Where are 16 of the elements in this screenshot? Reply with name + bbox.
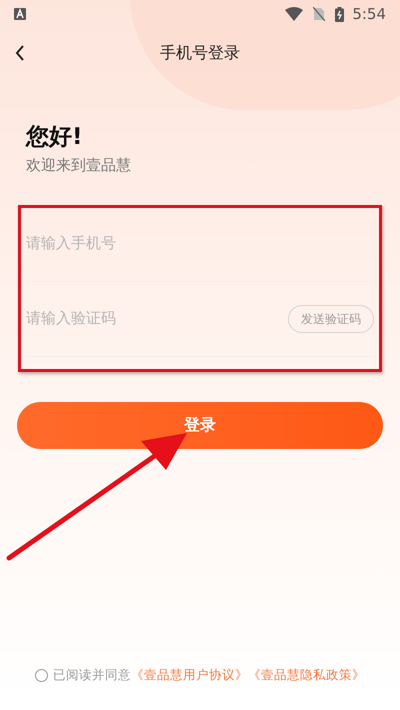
battery-icon bbox=[335, 6, 344, 22]
page-title: 手机号登录 bbox=[160, 42, 240, 64]
wifi-icon bbox=[285, 7, 304, 21]
notification-icon bbox=[14, 8, 26, 20]
greeting-subtitle: 欢迎来到壹品慧 bbox=[26, 155, 131, 176]
policy-link[interactable]: 《壹品慧隐私政策》 bbox=[248, 666, 365, 685]
status-time: 5:54 bbox=[352, 4, 386, 25]
agreement-text: 已阅读并同意 bbox=[53, 666, 131, 684]
phone-field[interactable]: 请输入手机号 bbox=[26, 232, 374, 255]
agreement-checkbox[interactable] bbox=[35, 669, 48, 682]
login-button[interactable]: 登录 bbox=[17, 402, 383, 448]
no-sim-icon bbox=[313, 7, 326, 21]
send-code-button[interactable]: 发送验证码 bbox=[288, 304, 374, 332]
code-field[interactable]: 请输入验证码 bbox=[26, 307, 280, 330]
greeting-title: 您好! bbox=[26, 123, 82, 152]
policy-link[interactable]: 《壹品慧用户协议》 bbox=[131, 666, 248, 685]
